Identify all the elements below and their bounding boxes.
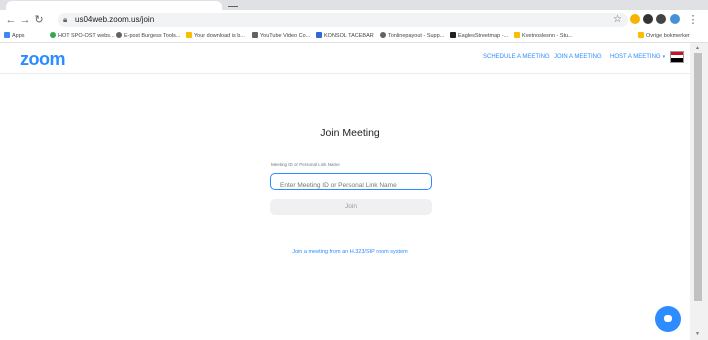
forward-icon[interactable]: → (18, 13, 32, 27)
chat-support-button[interactable] (655, 306, 681, 332)
scrollbar[interactable]: ▲ ▼ (690, 43, 708, 340)
host-meeting-label: HOST A MEETING (610, 54, 661, 60)
bookmark-item[interactable]: EaglesStreetmap -... (450, 31, 508, 41)
bookmarks-bar: Apps HOT SPO-OST webs... E-post Burgess … (0, 30, 708, 43)
bookmark-item[interactable]: Tonlinepayout - Supp... (380, 31, 444, 41)
language-flag-icon[interactable] (670, 51, 684, 63)
browser-toolbar: ← → ↻ 🔒︎ us04web.zoom.us/join ☆ ⋮ (0, 10, 708, 30)
address-bar[interactable]: 🔒︎ us04web.zoom.us/join ☆ (58, 13, 628, 27)
bookmark-item[interactable]: Kvetnoslesnn - Stu... (514, 31, 573, 41)
profile-avatar[interactable] (670, 14, 680, 24)
extension-icon[interactable] (630, 14, 640, 24)
host-meeting-link[interactable]: HOST A MEETING ▾ (610, 54, 665, 60)
meeting-id-label: Meeting ID or Personal Link Name (271, 162, 340, 167)
join-meeting-link[interactable]: JOIN A MEETING (554, 54, 602, 60)
bookmark-star-icon[interactable]: ☆ (613, 14, 622, 26)
back-icon[interactable]: ← (4, 13, 18, 27)
bookmark-favicon-icon (186, 32, 192, 38)
bookmark-item[interactable]: KONSOL TACEBAR (316, 31, 374, 41)
bookmark-favicon-icon (316, 32, 322, 38)
lock-icon: 🔒︎ (63, 15, 68, 24)
chat-bubble-icon (664, 315, 672, 322)
bookmark-favicon-icon (380, 32, 386, 38)
scroll-down-icon[interactable]: ▼ (695, 331, 700, 337)
reload-icon[interactable]: ↻ (32, 13, 46, 27)
folder-icon (638, 32, 644, 38)
tab-strip (0, 0, 708, 10)
bookmark-item[interactable]: YouTube Video Co... (252, 31, 310, 41)
extensions-puzzle-icon[interactable] (656, 14, 666, 24)
extension-tag-icon[interactable] (643, 14, 653, 24)
tab-active[interactable] (6, 1, 222, 10)
page-title: Join Meeting (320, 127, 380, 139)
bookmark-other[interactable]: Ovrige bokmerker (638, 31, 690, 41)
bookmark-apps[interactable]: Apps (4, 31, 25, 41)
url-text: us04web.zoom.us/join (75, 15, 155, 24)
scrollbar-thumb[interactable] (694, 53, 702, 301)
apps-grid-icon (4, 32, 10, 38)
chevron-down-icon: ▾ (662, 54, 666, 60)
join-button[interactable]: Join (270, 199, 432, 215)
bookmark-favicon-icon (450, 32, 456, 38)
bookmark-favicon-icon (50, 32, 56, 38)
meeting-id-field-wrapper (270, 173, 432, 193)
meeting-id-input[interactable] (280, 178, 430, 193)
bookmark-favicon-icon (252, 32, 258, 38)
bookmark-favicon-icon (116, 32, 122, 38)
zoom-logo[interactable]: zoom (20, 49, 66, 70)
bookmark-item[interactable]: HOT SPO-OST webs... (50, 31, 115, 41)
scroll-up-icon[interactable]: ▲ (695, 45, 700, 51)
bookmark-item[interactable]: E-post Burgess Tools... (116, 31, 180, 41)
h323-sip-link[interactable]: Join a meeting from an H.323/SIP room sy… (0, 249, 700, 255)
browser-menu-icon[interactable]: ⋮ (686, 13, 700, 27)
top-navigation: zoom SCHEDULE A MEETING JOIN A MEETING H… (0, 43, 690, 74)
page-content: zoom SCHEDULE A MEETING JOIN A MEETING H… (0, 43, 690, 340)
bookmark-favicon-icon (514, 32, 520, 38)
schedule-meeting-link[interactable]: SCHEDULE A MEETING (483, 54, 550, 60)
bookmark-item[interactable]: Your download is b... (186, 31, 245, 41)
new-tab-button[interactable] (228, 5, 242, 8)
